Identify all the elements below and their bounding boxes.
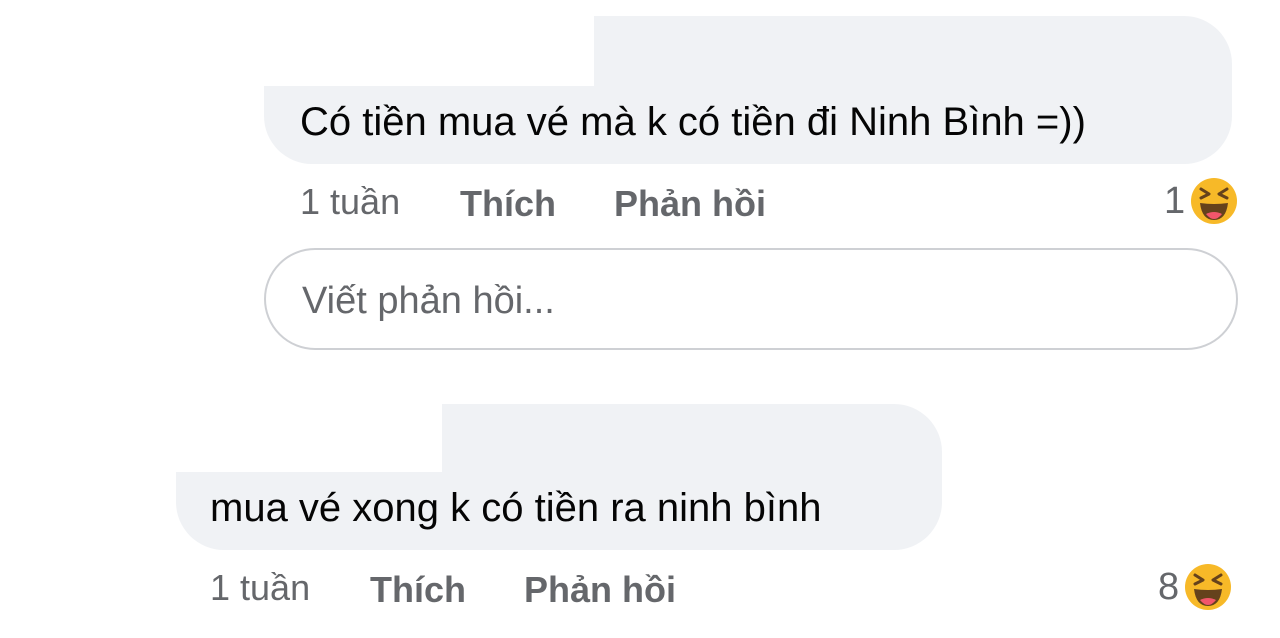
- reply-input[interactable]: Viết phản hồi...: [264, 248, 1238, 350]
- like-button[interactable]: Thích: [460, 186, 556, 222]
- reaction-count: 1: [1164, 180, 1186, 222]
- redacted-author-name: [264, 0, 594, 86]
- redacted-author-name: [176, 396, 442, 472]
- comment-timestamp[interactable]: 1 tuần: [300, 184, 400, 220]
- like-button[interactable]: Thích: [370, 572, 466, 608]
- comment-text: Có tiền mua vé mà k có tiền đi Ninh Bình…: [300, 100, 1086, 144]
- comment-timestamp[interactable]: 1 tuần: [210, 570, 310, 606]
- haha-icon: [1185, 564, 1232, 610]
- reaction-summary[interactable]: 8: [1158, 562, 1233, 612]
- comment-thread: Có tiền mua vé mà k có tiền đi Ninh Bình…: [0, 0, 1280, 638]
- haha-icon: [1191, 178, 1238, 224]
- reply-button[interactable]: Phản hồi: [524, 572, 676, 608]
- reaction-count: 8: [1158, 566, 1180, 608]
- reaction-summary[interactable]: 1: [1164, 176, 1239, 226]
- reply-button[interactable]: Phản hồi: [614, 186, 766, 222]
- comment-text: mua vé xong k có tiền ra ninh bình: [210, 486, 822, 530]
- reply-placeholder: Viết phản hồi...: [302, 280, 555, 322]
